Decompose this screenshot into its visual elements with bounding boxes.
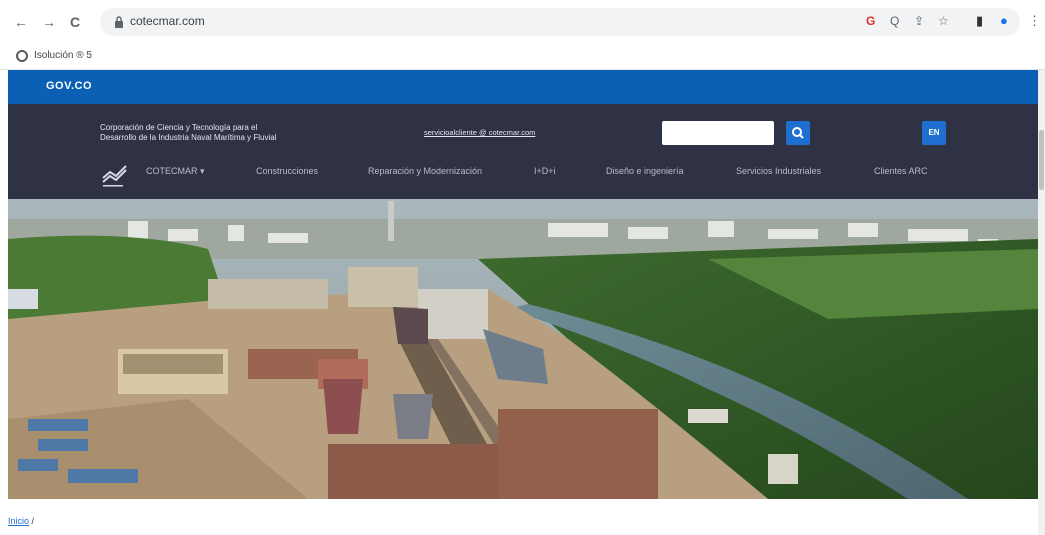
reload-icon[interactable]: C xyxy=(70,13,80,31)
organization-name: Corporación de Ciencia y Tecnología para… xyxy=(100,123,277,142)
menu-icon[interactable]: ⋮ xyxy=(1028,14,1041,28)
browser-toolbar: ← → C cotecmar.com G Q ⇪ ☆ ▮ ● ⋮ xyxy=(0,0,1045,44)
nav-item-construcciones[interactable]: Construcciones xyxy=(256,166,318,176)
search-button[interactable] xyxy=(786,121,810,145)
forward-icon[interactable]: → xyxy=(42,13,56,31)
nav-item-idi[interactable]: I+D+i xyxy=(534,166,556,176)
shipyard-aerial-image xyxy=(8,199,1038,499)
lock-icon xyxy=(115,16,123,28)
contact-email-link[interactable]: servicioalcliente @ cotecmar.com xyxy=(424,128,535,137)
page-scrollbar[interactable] xyxy=(1038,70,1045,535)
bookmark-isolucion[interactable]: Isolución ® 5 xyxy=(34,50,92,61)
bookmark-favicon-icon xyxy=(16,50,28,62)
star-icon[interactable]: ☆ xyxy=(938,14,949,28)
nav-item-clientes-arc[interactable]: Clientes ARC xyxy=(874,166,928,176)
gov-bar: GOV.CO xyxy=(8,70,1038,104)
govco-logo[interactable]: GOV.CO xyxy=(46,80,92,92)
search-icon xyxy=(792,127,804,139)
search-input[interactable] xyxy=(662,121,774,145)
nav-item-servicios[interactable]: Servicios Industriales xyxy=(736,166,821,176)
scrollbar-thumb[interactable] xyxy=(1039,130,1044,190)
profile-icon[interactable]: ● xyxy=(1000,14,1008,28)
nav-item-cotecmar[interactable]: COTECMAR ▾ xyxy=(146,166,205,177)
address-bar[interactable]: cotecmar.com G Q ⇪ ☆ xyxy=(100,8,1020,36)
nav-item-diseno[interactable]: Diseño e ingeniería xyxy=(606,166,684,176)
google-icon[interactable]: G xyxy=(866,14,875,28)
share-icon[interactable]: ⇪ xyxy=(914,14,924,28)
bookmarks-bar: Isolución ® 5 xyxy=(0,44,1045,70)
breadcrumb: Inicio / xyxy=(8,516,34,526)
site-header: Corporación de Ciencia y Tecnología para… xyxy=(8,104,1038,199)
cotecmar-logo-icon[interactable] xyxy=(100,162,130,188)
side-panel-icon[interactable]: ▮ xyxy=(976,14,983,28)
language-en-button[interactable]: EN xyxy=(922,121,946,145)
zoom-icon[interactable]: Q xyxy=(890,14,899,28)
back-icon[interactable]: ← xyxy=(14,13,28,31)
breadcrumb-separator: / xyxy=(31,516,35,526)
url-text[interactable]: cotecmar.com xyxy=(130,14,205,28)
breadcrumb-home-link[interactable]: Inicio xyxy=(8,516,29,526)
nav-item-reparacion[interactable]: Reparación y Modernización xyxy=(368,166,482,176)
hero-banner xyxy=(8,199,1038,499)
